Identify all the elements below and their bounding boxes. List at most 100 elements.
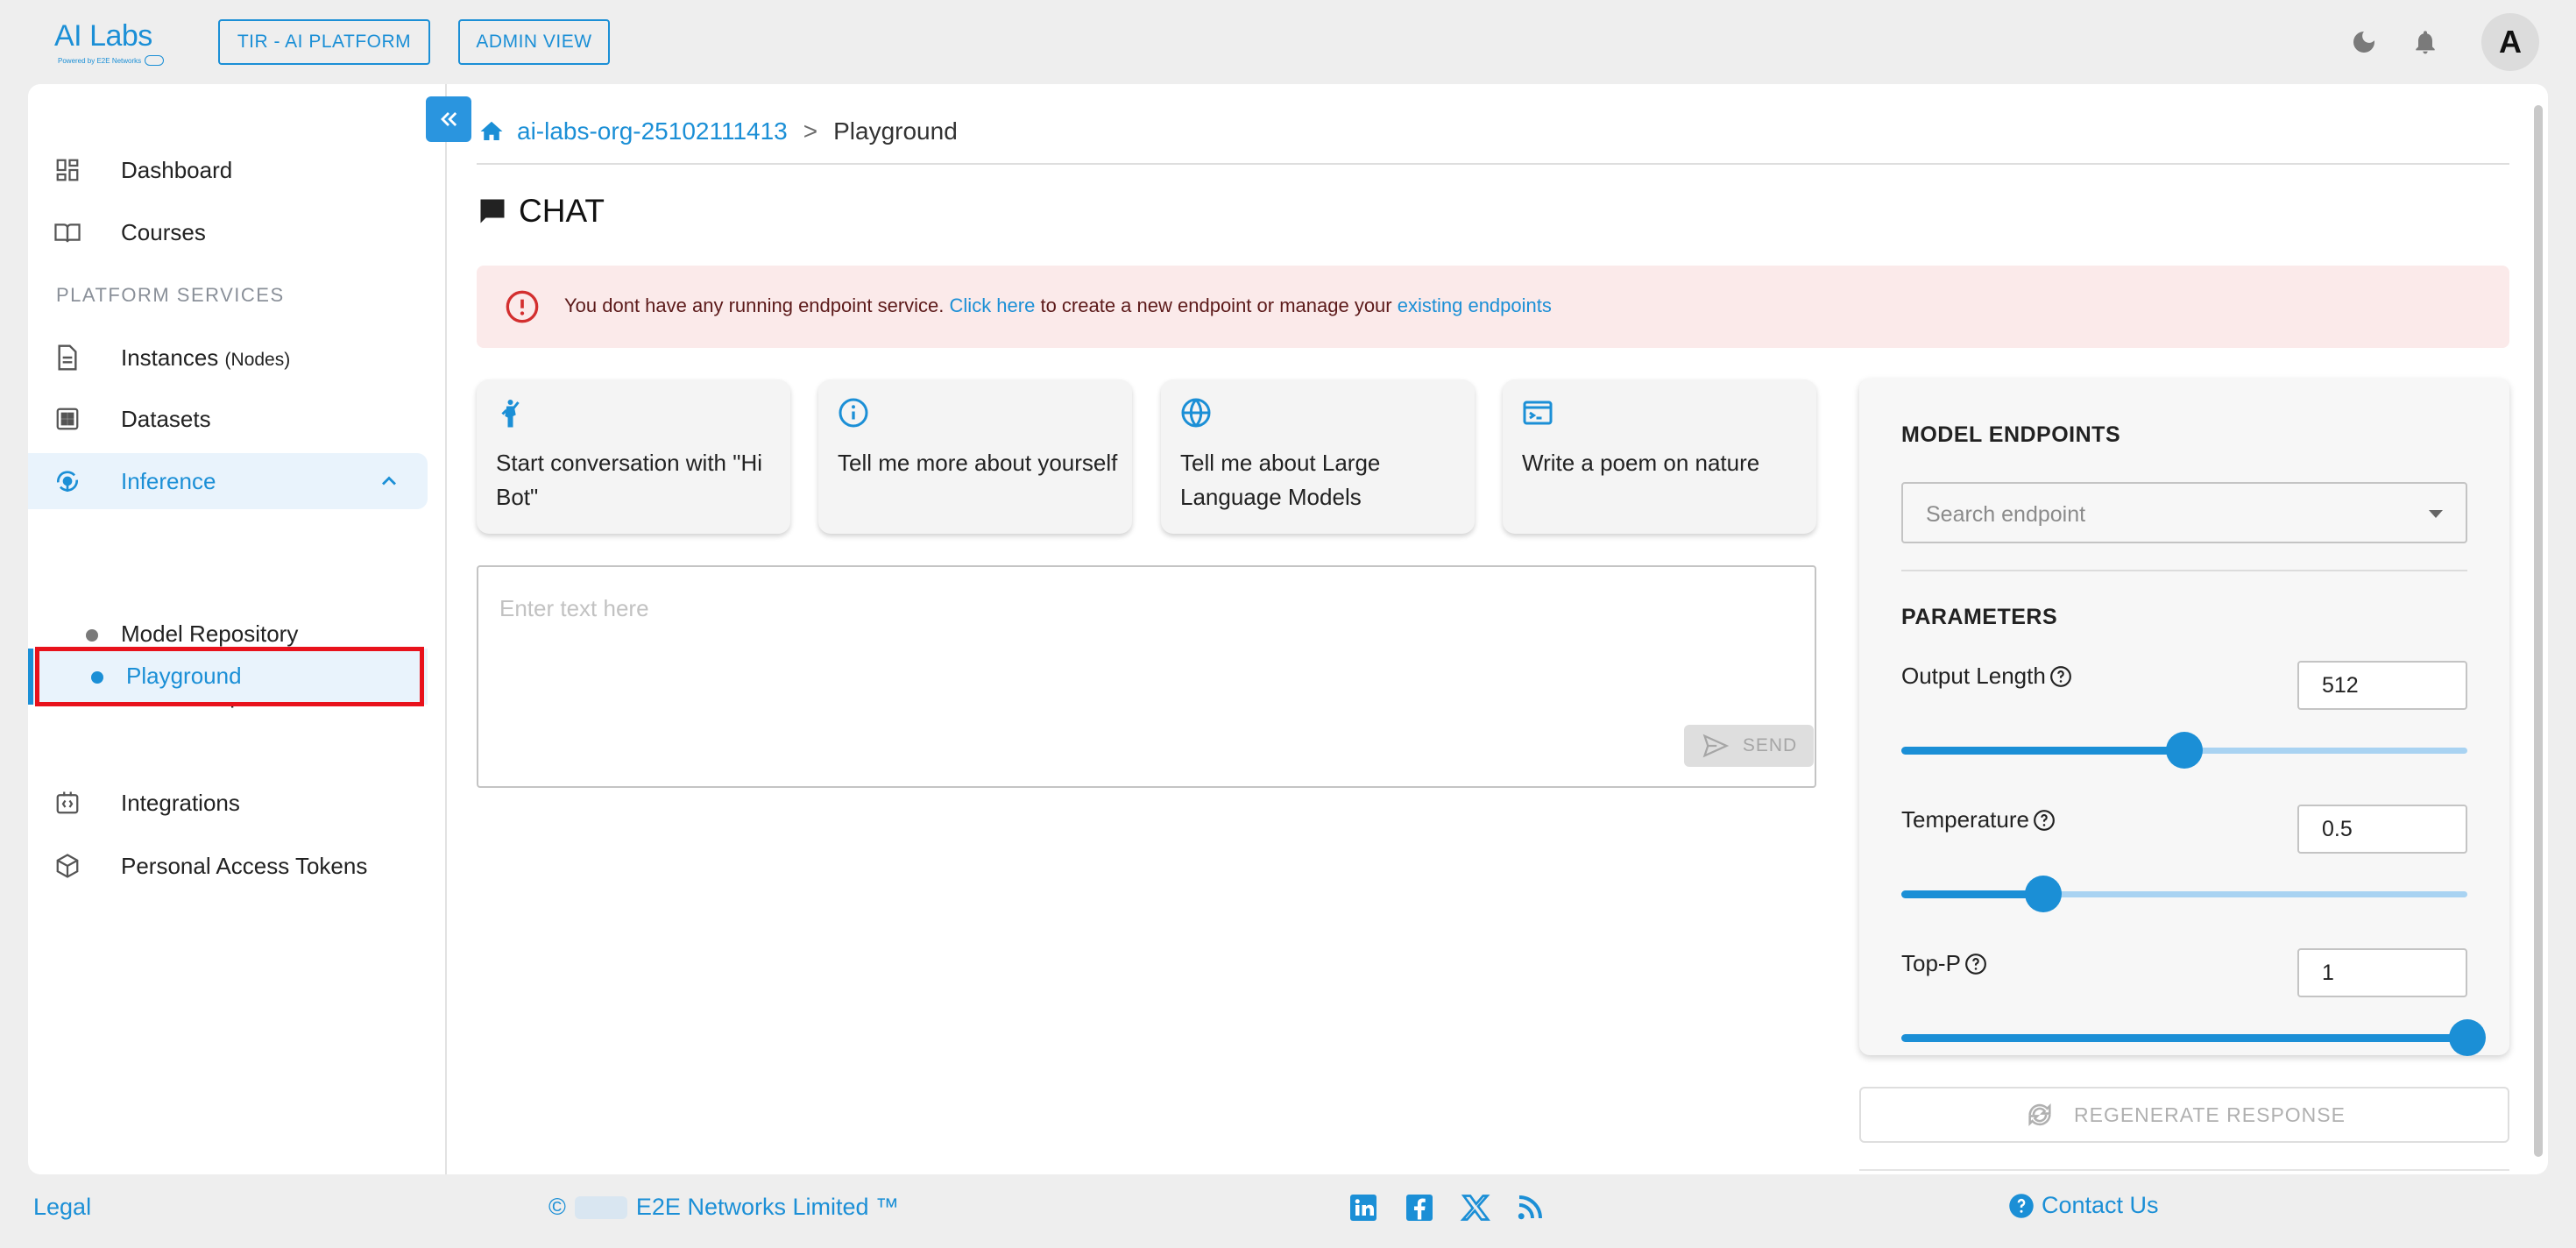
ai-labs-logo[interactable]: AI Labs Powered by E2E Networks [54, 19, 177, 70]
top-p-input[interactable] [2297, 948, 2467, 997]
error-icon [506, 290, 539, 323]
legal-link[interactable]: Legal [33, 1194, 91, 1221]
output-length-label: Output Length [1901, 663, 2072, 690]
prompt-card-poem[interactable]: Write a poem on nature [1503, 379, 1816, 534]
platform-services-heading: PLATFORM SERVICES [56, 284, 285, 306]
sidebar-item-label: Dashboard [121, 156, 233, 183]
sidebar-item-label: Courses [121, 218, 206, 245]
panel-bottom-divider [1859, 1169, 2509, 1171]
endpoint-search-placeholder: Search endpoint [1926, 502, 2086, 527]
send-button-label: SEND [1742, 735, 1798, 755]
prompt-card-text: Tell me more about yourself [838, 450, 1118, 476]
help-circle-icon [2009, 1193, 2034, 1218]
sidebar-item-inference[interactable]: Inference [28, 453, 428, 509]
collapse-sidebar-button[interactable] [426, 96, 471, 142]
linkedin-icon[interactable] [1348, 1192, 1379, 1223]
slider-track [1901, 890, 2043, 898]
cloud-icon [145, 55, 165, 66]
integrations-icon [53, 788, 82, 818]
alert-text-middle: to create a new endpoint or manage your [1040, 294, 1392, 316]
company-name: E2E Networks Limited ™ [635, 1194, 900, 1220]
prompt-card-hi-bot[interactable]: Start conversation with "Hi Bot" [477, 379, 790, 534]
help-icon[interactable] [2049, 665, 2072, 688]
endpoint-search-select[interactable]: Search endpoint [1901, 482, 2467, 543]
sidebar-item-courses[interactable]: Courses [28, 204, 428, 260]
copyright-symbol: © [548, 1194, 566, 1220]
x-icon[interactable] [1460, 1192, 1491, 1223]
slider-thumb[interactable] [2024, 876, 2062, 912]
send-icon [1702, 734, 1730, 758]
top-p-label: Top-P [1901, 950, 1987, 977]
user-avatar[interactable]: A [2481, 13, 2539, 71]
sidebar-item-integrations[interactable]: Integrations [28, 775, 428, 831]
page-title: CHAT [477, 193, 605, 230]
breadcrumb-current: Playground [833, 117, 958, 145]
grid-icon [53, 404, 82, 434]
chevron-up-icon [382, 476, 396, 486]
slider-track [1901, 747, 2184, 755]
notifications-bell-icon[interactable] [2408, 25, 2443, 60]
parameters-heading: PARAMETERS [1901, 605, 2058, 629]
facebook-icon[interactable] [1404, 1192, 1435, 1223]
temperature-label: Temperature [1901, 806, 2056, 833]
inference-icon [53, 466, 82, 496]
home-icon[interactable] [478, 118, 505, 145]
existing-endpoints-link[interactable]: existing endpoints [1398, 294, 1552, 316]
breadcrumb-separator: > [803, 117, 818, 145]
slider-thumb[interactable] [2166, 732, 2203, 769]
sidebar-subitem-playground[interactable]: Playground [28, 649, 428, 705]
admin-view-button[interactable]: ADMIN VIEW [458, 19, 610, 65]
sidebar-item-personal-access-tokens[interactable]: Personal Access Tokens [28, 838, 428, 894]
main-card: Dashboard Courses PLATFORM SERVICES Inst… [28, 84, 2548, 1174]
help-icon[interactable] [2033, 809, 2056, 832]
sidebar-item-label: Integrations [121, 789, 240, 816]
output-length-input[interactable] [2297, 661, 2467, 710]
token-icon [53, 851, 82, 881]
terminal-icon [1523, 401, 1553, 425]
breadcrumb-org-link[interactable]: ai-labs-org-25102111413 [517, 117, 788, 145]
panel-divider [1901, 570, 2467, 571]
help-icon[interactable] [1964, 953, 1987, 975]
instances-label: Instances [121, 344, 219, 371]
chat-input-box: SEND [477, 565, 1816, 788]
page-title-text: CHAT [519, 193, 605, 229]
param-label-text: Output Length [1901, 663, 2046, 689]
sidebar-item-instances[interactable]: Instances (Nodes) [28, 330, 428, 386]
model-endpoints-heading: MODEL ENDPOINTS [1901, 422, 2121, 447]
active-indicator [28, 649, 33, 705]
temperature-slider[interactable] [1901, 875, 2467, 913]
slider-track [1901, 1034, 2467, 1042]
dark-mode-icon[interactable] [2346, 25, 2381, 60]
rss-icon[interactable] [1514, 1192, 1546, 1223]
model-settings-panel: MODEL ENDPOINTS Search endpoint PARAMETE… [1859, 379, 2509, 1057]
prompt-card-text: Start conversation with "Hi Bot" [496, 450, 763, 510]
tir-platform-button[interactable]: TIR - AI PLATFORM [218, 19, 430, 65]
prompt-card-text: Write a poem on nature [1522, 450, 1760, 476]
prompt-card-llm[interactable]: Tell me about Large Language Models [1161, 379, 1475, 534]
chat-bubble-icon [480, 199, 505, 223]
bullet-icon [86, 629, 98, 642]
chat-message-input[interactable] [499, 595, 1779, 718]
contact-us-label: Contact Us [2042, 1192, 2159, 1218]
prompt-card-text: Tell me about Large Language Models [1180, 450, 1381, 510]
prompt-card-about-yourself[interactable]: Tell me more about yourself [818, 379, 1132, 534]
logo-title: AI Labs [54, 19, 152, 53]
slider-thumb[interactable] [2449, 1019, 2486, 1056]
temperature-input[interactable] [2297, 805, 2467, 854]
vertical-scrollbar[interactable] [2534, 105, 2543, 1157]
sidebar-item-dashboard[interactable]: Dashboard [28, 142, 428, 198]
refresh-icon [2028, 1103, 2051, 1126]
dashboard-icon [53, 155, 82, 185]
regenerate-response-button[interactable]: REGENERATE RESPONSE [1859, 1087, 2509, 1143]
double-chevron-left-icon [441, 112, 457, 126]
send-button[interactable]: SEND [1684, 725, 1814, 767]
regenerate-label: REGENERATE RESPONSE [2074, 1103, 2346, 1126]
contact-us-link[interactable]: Contact Us [2008, 1192, 2159, 1219]
create-endpoint-link[interactable]: Click here [950, 294, 1036, 316]
top-p-slider[interactable] [1901, 1018, 2486, 1057]
output-length-slider[interactable] [1901, 731, 2467, 769]
sidebar-item-datasets[interactable]: Datasets [28, 391, 428, 447]
person-wave-icon [501, 400, 520, 428]
logo-powered-by: Powered by E2E Networks [58, 56, 142, 65]
param-label-text: Top-P [1901, 950, 1961, 976]
